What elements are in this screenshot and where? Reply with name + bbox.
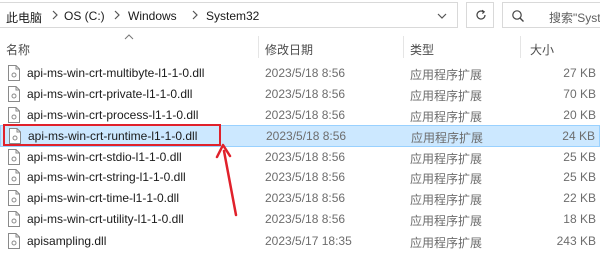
file-type: 应用程序扩展 xyxy=(410,172,483,186)
dll-file-icon xyxy=(8,211,20,227)
file-date: 2023/5/18 8:56 xyxy=(265,170,346,184)
column-header: 名称 修改日期 类型 大小 xyxy=(0,30,600,60)
file-size: 18 KB xyxy=(563,212,596,226)
list-item[interactable]: api-ms-win-crt-process-l1-1-0.dll 2023/5… xyxy=(0,105,600,125)
file-size: 20 KB xyxy=(563,108,596,122)
file-name: api-ms-win-crt-multibyte-l1-1-0.dll xyxy=(27,66,205,80)
file-date: 2023/5/18 8:56 xyxy=(265,108,346,122)
column-type[interactable]: 类型 xyxy=(410,41,434,58)
dll-file-icon xyxy=(8,107,20,123)
search-placeholder: 搜索"System32" xyxy=(549,11,600,25)
chevron-right-icon[interactable] xyxy=(190,7,200,23)
sort-up-icon xyxy=(124,34,134,40)
file-size: 22 KB xyxy=(563,191,596,205)
file-date: 2023/5/18 8:56 xyxy=(265,66,346,80)
dll-file-icon xyxy=(8,65,20,81)
file-name: api-ms-win-crt-utility-l1-1-0.dll xyxy=(27,212,184,226)
dll-file-icon xyxy=(8,149,20,165)
column-size[interactable]: 大小 xyxy=(530,41,554,58)
column-divider[interactable] xyxy=(258,36,259,58)
column-divider[interactable] xyxy=(403,36,404,58)
search-input[interactable]: 搜索"System32" xyxy=(502,2,600,28)
list-item[interactable]: apisampling.dll 2023/5/17 18:35 应用程序扩展 2… xyxy=(0,231,600,251)
file-type: 应用程序扩展 xyxy=(410,236,483,250)
dll-file-icon xyxy=(8,190,20,206)
dll-file-icon xyxy=(9,128,21,144)
chevron-right-icon[interactable] xyxy=(112,7,122,23)
dll-file-icon xyxy=(8,169,20,185)
column-divider[interactable] xyxy=(520,36,521,58)
refresh-icon xyxy=(476,9,486,20)
file-size: 25 KB xyxy=(563,150,596,164)
list-item[interactable]: api-ms-win-crt-private-l1-1-0.dll 2023/5… xyxy=(0,84,600,104)
crumb-os-drive[interactable]: OS (C:) xyxy=(64,9,105,23)
file-name: api-ms-win-crt-time-l1-1-0.dll xyxy=(27,191,180,205)
list-item-selected[interactable]: api-ms-win-crt-runtime-l1-1-0.dll 2023/5… xyxy=(0,125,600,147)
list-item[interactable]: api-ms-win-crt-string-l1-1-0.dll 2023/5/… xyxy=(0,167,600,187)
file-name: apisampling.dll xyxy=(27,234,107,248)
crumb-this-pc[interactable]: 此电脑 xyxy=(6,9,42,26)
file-date: 2023/5/18 8:56 xyxy=(265,87,346,101)
file-name: api-ms-win-crt-private-l1-1-0.dll xyxy=(27,87,193,101)
file-type: 应用程序扩展 xyxy=(410,110,483,124)
file-size: 243 KB xyxy=(556,234,596,248)
address-bar: 此电脑 OS (C:) Windows System32 搜索"System32… xyxy=(0,0,600,30)
file-size: 70 KB xyxy=(563,87,596,101)
refresh-button[interactable] xyxy=(466,2,494,28)
file-type: 应用程序扩展 xyxy=(411,131,484,145)
chevron-right-icon[interactable] xyxy=(50,7,60,23)
search-icon xyxy=(512,10,524,22)
file-name: api-ms-win-crt-runtime-l1-1-0.dll xyxy=(28,129,198,143)
file-name: api-ms-win-crt-stdio-l1-1-0.dll xyxy=(27,150,182,164)
file-type: 应用程序扩展 xyxy=(410,89,483,103)
list-item[interactable]: api-ms-win-crt-stdio-l1-1-0.dll 2023/5/1… xyxy=(0,147,600,167)
file-size: 25 KB xyxy=(563,170,596,184)
file-name: api-ms-win-crt-process-l1-1-0.dll xyxy=(27,108,199,122)
file-type: 应用程序扩展 xyxy=(410,68,483,82)
file-size: 27 KB xyxy=(563,66,596,80)
file-type: 应用程序扩展 xyxy=(410,214,483,228)
list-item[interactable]: api-ms-win-crt-utility-l1-1-0.dll 2023/5… xyxy=(0,209,600,229)
file-date: 2023/5/17 18:35 xyxy=(265,234,352,248)
file-name: api-ms-win-crt-string-l1-1-0.dll xyxy=(27,170,186,184)
list-item[interactable]: api-ms-win-crt-multibyte-l1-1-0.dll 2023… xyxy=(0,63,600,83)
dll-file-icon xyxy=(8,86,20,102)
column-date[interactable]: 修改日期 xyxy=(265,41,313,58)
list-item[interactable]: api-ms-win-crt-time-l1-1-0.dll 2023/5/18… xyxy=(0,188,600,208)
file-date: 2023/5/18 8:56 xyxy=(265,150,346,164)
crumb-windows[interactable]: Windows xyxy=(128,9,177,23)
file-date: 2023/5/18 8:56 xyxy=(265,191,346,205)
chevron-down-icon[interactable] xyxy=(436,10,448,22)
file-size: 24 KB xyxy=(562,129,595,143)
file-type: 应用程序扩展 xyxy=(410,152,483,166)
breadcrumb[interactable]: 此电脑 OS (C:) Windows System32 xyxy=(0,2,458,28)
column-name[interactable]: 名称 xyxy=(6,41,30,58)
file-date: 2023/5/18 8:56 xyxy=(265,212,346,226)
file-date: 2023/5/18 8:56 xyxy=(266,129,347,143)
file-type: 应用程序扩展 xyxy=(410,193,483,207)
crumb-system32[interactable]: System32 xyxy=(206,9,259,23)
dll-file-icon xyxy=(8,233,20,249)
